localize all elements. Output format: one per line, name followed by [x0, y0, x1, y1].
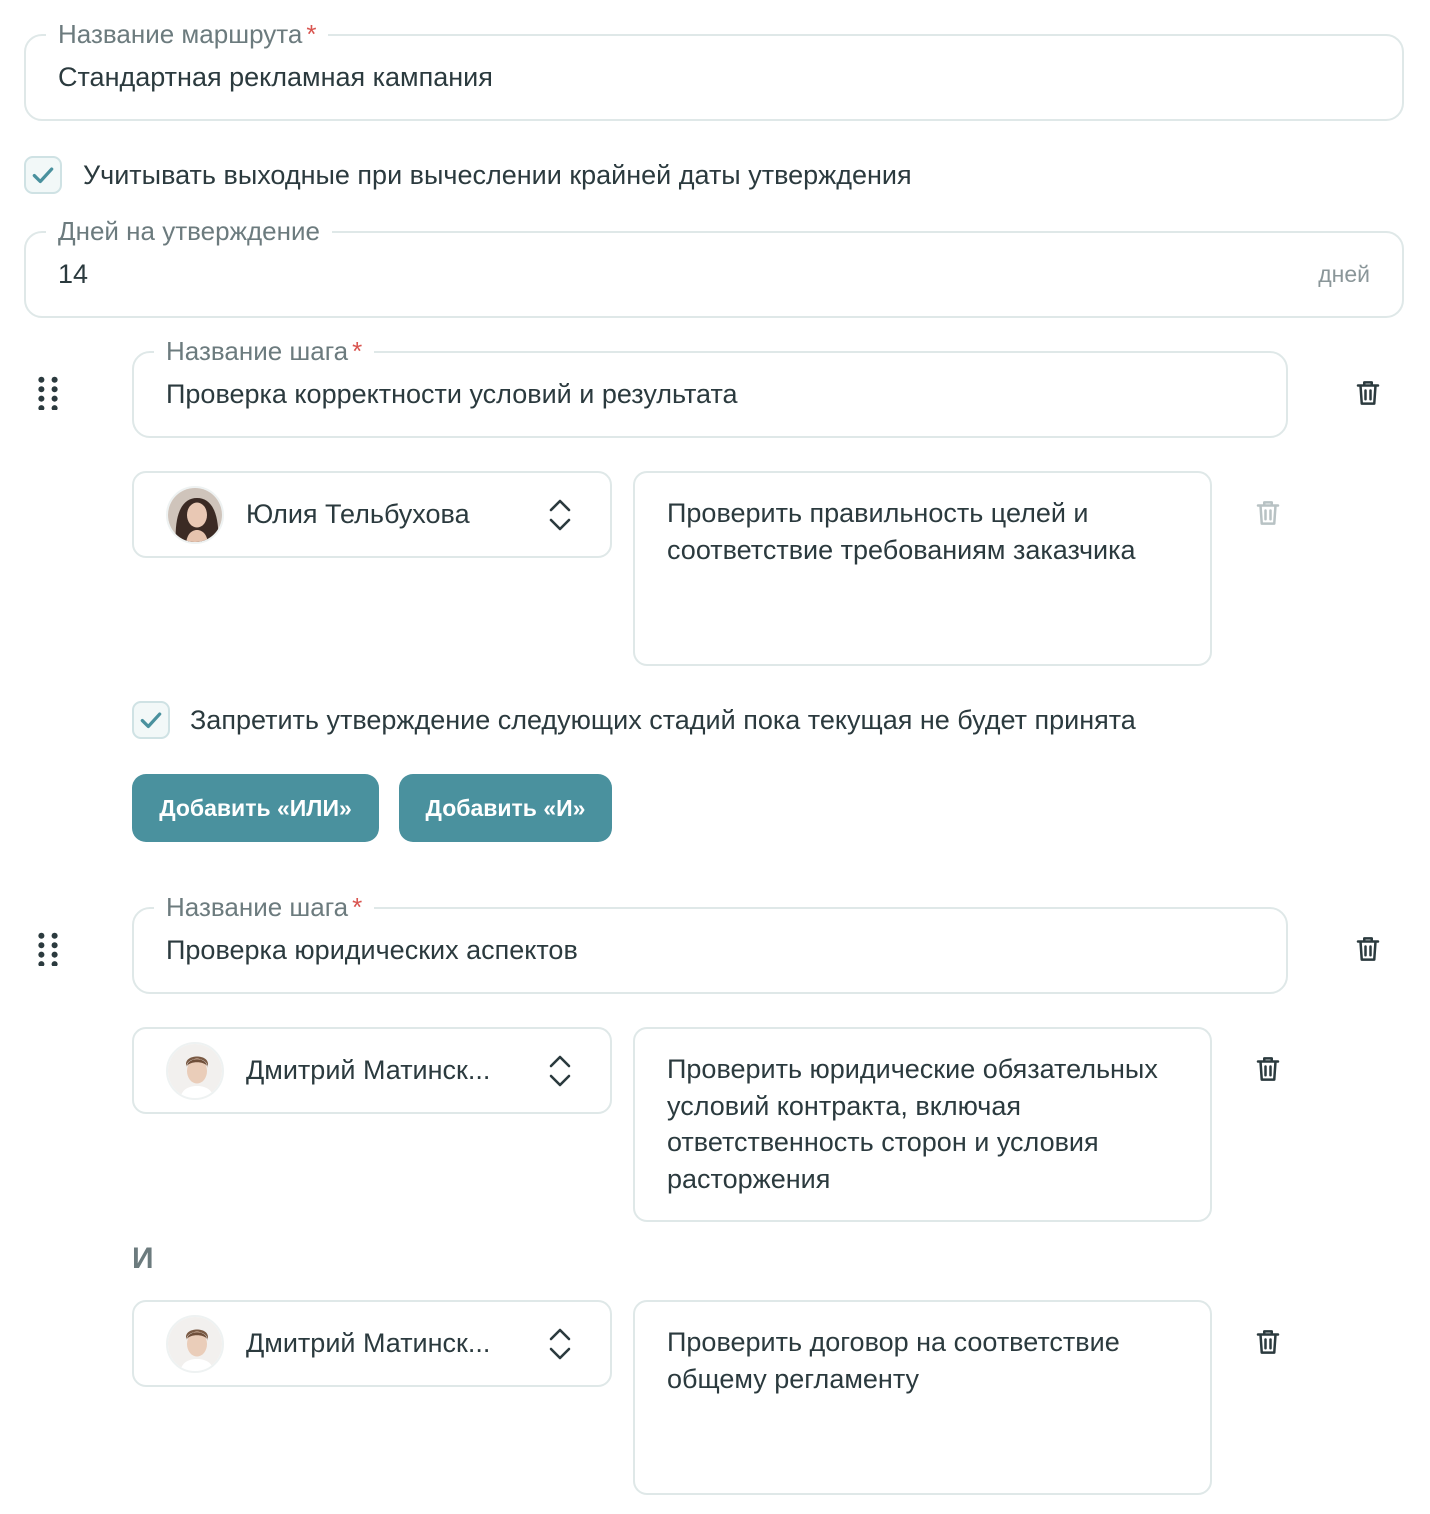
trash-icon — [1253, 498, 1283, 528]
approver-name: Дмитрий Матинск... — [246, 1328, 491, 1358]
block-next-stages-checkbox[interactable] — [132, 701, 170, 739]
days-label: Дней на утверждение — [46, 214, 332, 248]
and-separator: И — [132, 1242, 154, 1275]
delete-approver-button[interactable] — [1251, 1325, 1285, 1359]
approver-select[interactable]: Юлия Тельбухова — [132, 471, 612, 558]
step-name-field[interactable]: Название шага * Проверка юридических аспе… — [132, 890, 1288, 994]
approver-name: Дмитрий Матинск... — [246, 1055, 491, 1085]
check-icon — [138, 707, 164, 733]
add-and-button[interactable]: Добавить «И» — [399, 774, 612, 842]
chevron-updown-icon — [548, 1327, 572, 1361]
check-icon — [30, 162, 56, 188]
trash-icon — [1253, 1327, 1283, 1357]
add-or-button[interactable]: Добавить «ИЛИ» — [132, 774, 379, 842]
step-name-input[interactable]: Проверка юридических аспектов — [166, 909, 578, 992]
delete-step-button[interactable] — [1351, 932, 1385, 966]
days-field[interactable]: Дней на утверждение 14 дней — [24, 214, 1404, 318]
trash-icon — [1353, 934, 1383, 964]
delete-approver-button[interactable] — [1251, 1052, 1285, 1086]
trash-icon — [1353, 378, 1383, 408]
approver-select[interactable]: Дмитрий Матинск... — [132, 1027, 612, 1114]
chevron-updown-icon — [548, 1054, 572, 1088]
trash-icon — [1253, 1054, 1283, 1084]
weekends-checkbox-label: Учитывать выходные при вычеслении крайне… — [83, 160, 912, 190]
approver-name: Юлия Тельбухова — [246, 499, 470, 529]
avatar — [166, 486, 224, 544]
route-name-input[interactable]: Стандартная рекламная кампания — [58, 36, 493, 119]
approver-comment-textarea[interactable]: Проверить договор на соответствие общему… — [633, 1300, 1212, 1495]
avatar — [166, 1315, 224, 1373]
route-name-field[interactable]: Название маршрута * Стандартная рекламная… — [24, 17, 1404, 121]
approver-comment-textarea[interactable]: Проверить юридические обязательных услов… — [633, 1027, 1212, 1222]
approver-comment-textarea[interactable]: Проверить правильность целей и соответст… — [633, 471, 1212, 666]
approver-select[interactable]: Дмитрий Матинск... — [132, 1300, 612, 1387]
days-suffix: дней — [1318, 261, 1370, 287]
days-input[interactable]: 14 — [58, 233, 88, 316]
block-next-stages-label: Запретить утверждение следующих стадий п… — [190, 705, 1136, 735]
drag-handle-icon[interactable] — [36, 932, 60, 966]
drag-handle-icon[interactable] — [36, 376, 60, 410]
step-name-input[interactable]: Проверка корректности условий и результа… — [166, 353, 738, 436]
chevron-updown-icon — [548, 498, 572, 532]
delete-approver-button — [1251, 496, 1285, 530]
weekends-checkbox[interactable] — [24, 156, 62, 194]
delete-step-button[interactable] — [1351, 376, 1385, 410]
step-name-field[interactable]: Название шага * Проверка корректности усл… — [132, 334, 1288, 438]
avatar — [166, 1042, 224, 1100]
